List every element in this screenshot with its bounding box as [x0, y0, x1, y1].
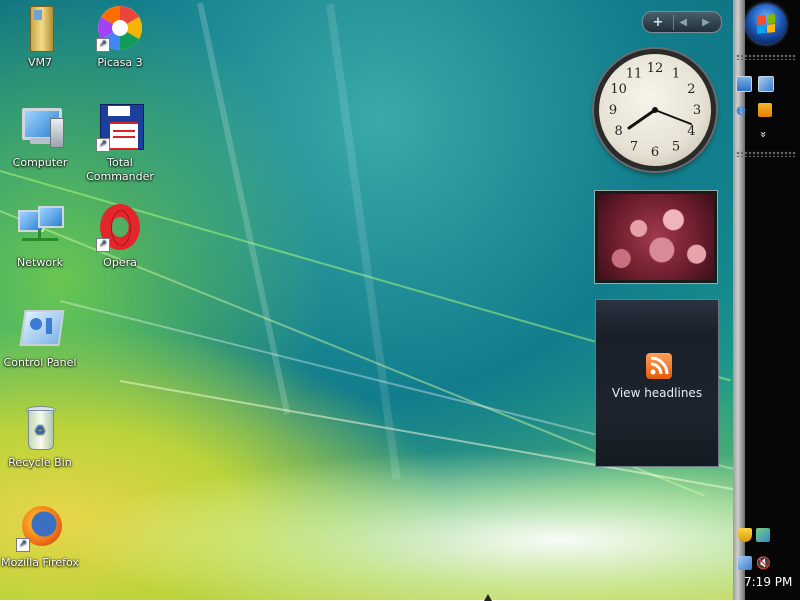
view-headlines-link[interactable]: View headlines — [596, 386, 718, 400]
desktop-icon-label: Network — [17, 256, 63, 269]
desktop-icon-computer[interactable]: Computer — [0, 104, 80, 170]
desktop-icon-firefox[interactable]: ↗ Mozilla Firefox — [0, 504, 80, 570]
desktop-icon-label: Control Panel — [3, 356, 77, 369]
quick-launch-expand-button[interactable]: » — [757, 131, 770, 138]
desktop-icon-network[interactable]: Network — [0, 204, 80, 270]
shortcut-arrow-icon: ↗ — [96, 38, 110, 52]
photo-slideshow-icon — [598, 194, 714, 280]
control-panel-icon — [16, 304, 65, 352]
media-player-icon[interactable] — [758, 103, 772, 117]
total-commander-icon: ↗ — [96, 104, 144, 152]
firefox-icon: ↗ — [16, 504, 64, 552]
desktop-icon-vm7[interactable]: VM7 — [0, 4, 80, 70]
desktop-icon-label: VM7 — [27, 56, 52, 69]
shortcut-arrow-icon: ↗ — [96, 138, 110, 152]
clock-numeral: 9 — [609, 103, 617, 118]
feed-headlines-gadget[interactable]: View headlines — [595, 299, 719, 467]
clock-numeral: 5 — [672, 139, 680, 154]
opera-icon: ↗ — [96, 204, 144, 252]
clock-numeral: 12 — [647, 61, 664, 76]
internet-explorer-icon[interactable]: e — [736, 102, 750, 118]
clock-numeral: 10 — [610, 82, 627, 97]
taskbar-grip — [736, 54, 796, 60]
desktop-icon-opera[interactable]: ↗ Opera — [80, 204, 160, 270]
computer-icon — [16, 104, 64, 152]
clock-numeral: 8 — [614, 124, 622, 139]
picasa-icon: ↗ — [96, 4, 144, 52]
slideshow-gadget[interactable] — [594, 190, 718, 284]
rss-icon — [646, 353, 672, 379]
hour-hand — [627, 108, 657, 130]
desktop-icon-label: Computer — [12, 156, 68, 169]
desktop-icon-label: Picasa 3 — [97, 56, 143, 69]
desktop-icon-picasa[interactable]: ↗ Picasa 3 — [80, 4, 160, 70]
clock-numeral: 1 — [672, 67, 680, 82]
desktop-icon-control-panel[interactable]: Control Panel — [0, 304, 80, 370]
next-gadgets-button[interactable]: ▶ — [702, 17, 716, 28]
network-tray-icon[interactable] — [756, 528, 770, 542]
clock-numeral: 7 — [630, 139, 638, 154]
volume-muted-icon[interactable]: 🔇 — [756, 556, 771, 570]
desktop-icon-total-commander[interactable]: ↗ Total Commander — [80, 104, 160, 184]
clock-face: 12 12 3 45678 9 1011 — [609, 61, 701, 160]
network-connection-icon[interactable] — [738, 556, 752, 570]
gadget-nav: ◀ ▶ — [674, 17, 721, 28]
clock-numeral: 11 — [626, 67, 643, 82]
taskbar-clock[interactable]: 7:19 PM — [744, 575, 792, 589]
recycle-bin-icon: ♻ — [16, 404, 64, 452]
minute-hand — [654, 109, 692, 125]
clock-gadget[interactable]: 12 1 2 3 4 5 6 7 8 9 10 11 — [594, 49, 716, 171]
desktop-icon-label: Recycle Bin — [8, 456, 72, 469]
clock-numeral: 2 — [687, 82, 695, 97]
shortcut-arrow-icon: ↗ — [16, 538, 30, 552]
gadget-toolbar: + ◀ ▶ — [642, 11, 722, 33]
folder-icon — [16, 4, 64, 52]
desktop-icon-recycle-bin[interactable]: ♻ Recycle Bin — [0, 404, 80, 470]
show-desktop-icon[interactable] — [736, 76, 752, 92]
network-icon — [16, 204, 64, 252]
desktop-icon-label: Mozilla Firefox — [1, 556, 79, 569]
windows-start-orb[interactable] — [746, 4, 786, 44]
clock-numeral: 3 — [693, 103, 701, 118]
clock-numeral: 6 — [651, 145, 659, 160]
clock-numeral: 4 — [687, 124, 695, 139]
desktop-icon-label: Total Commander — [86, 156, 154, 183]
switch-windows-icon[interactable] — [758, 76, 774, 92]
add-gadget-button[interactable]: + — [643, 14, 674, 30]
previous-gadgets-button[interactable]: ◀ — [679, 17, 693, 28]
taskbar-grip — [736, 151, 796, 157]
security-icon[interactable] — [738, 528, 752, 542]
shortcut-arrow-icon: ↗ — [96, 238, 110, 252]
desktop-icon-label: Opera — [103, 256, 137, 269]
